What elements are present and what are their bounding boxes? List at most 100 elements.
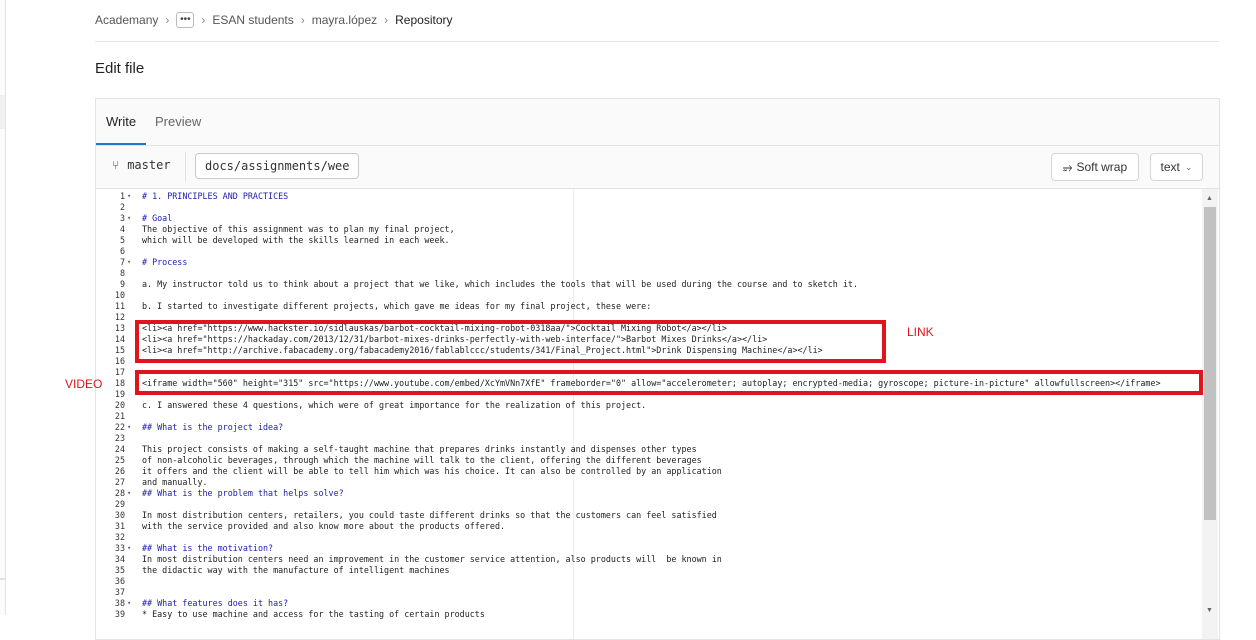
- breadcrumb-separator: ›: [201, 13, 206, 27]
- code-line[interactable]: 34 In most distribution centers need an i…: [96, 554, 1202, 565]
- code-line[interactable]: 10: [96, 290, 1202, 301]
- line-number: 20: [114, 400, 125, 410]
- code-line[interactable]: 27 and manually.: [96, 477, 1202, 488]
- file-mode-dropdown[interactable]: text ⌄: [1150, 153, 1203, 181]
- rail-active-marker: [0, 95, 5, 129]
- code-line[interactable]: 4 The objective of this assignment was to…: [96, 224, 1202, 235]
- line-number: 26: [114, 466, 125, 476]
- breadcrumb-ellipsis-button[interactable]: •••: [176, 12, 195, 28]
- scroll-down-icon[interactable]: ▼: [1206, 607, 1213, 614]
- line-number: 6: [119, 246, 125, 256]
- code-line[interactable]: 36: [96, 576, 1202, 587]
- file-editor: Write Preview ⑂ master ⥴ Soft wrap text …: [95, 98, 1220, 640]
- branch-icon: ⑂: [112, 158, 120, 172]
- code-text: the didactic way with the manufacture of…: [142, 565, 450, 575]
- line-number: 2: [119, 202, 125, 212]
- code-text: This project consists of making a self-t…: [142, 444, 697, 454]
- breadcrumb: Academany › ••• › ESAN students › mayra.…: [95, 10, 452, 30]
- code-line[interactable]: 32: [96, 532, 1202, 543]
- code-line[interactable]: 9 a. My instructor told us to think about…: [96, 279, 1202, 290]
- tab-write[interactable]: Write: [106, 114, 136, 129]
- code-text: ## What is the motivation?: [142, 543, 274, 553]
- code-text: of non-alcoholic beverages, through whic…: [142, 455, 702, 465]
- line-number: 30: [114, 510, 125, 520]
- code-line[interactable]: 33 ▾ ## What is the motivation?: [96, 543, 1202, 554]
- line-number: 31: [114, 521, 125, 531]
- soft-wrap-button[interactable]: ⥴ Soft wrap: [1051, 153, 1139, 181]
- rail-divider: [0, 578, 5, 580]
- line-number: 12: [114, 312, 125, 322]
- code-line[interactable]: 1 ▾ # 1. PRINCIPLES AND PRACTICES: [96, 191, 1202, 202]
- page-title: Edit file: [95, 60, 145, 77]
- left-rail: [0, 0, 6, 615]
- line-number: 21: [114, 411, 125, 421]
- code-text: c. I answered these 4 questions, which w…: [142, 400, 647, 410]
- link-annotation-label: LINK: [907, 325, 934, 339]
- code-line[interactable]: 11 b. I started to investigate different …: [96, 301, 1202, 312]
- line-number: 33: [114, 543, 125, 553]
- scrollbar-thumb[interactable]: [1204, 207, 1216, 520]
- branch-name: master: [127, 158, 171, 172]
- code-text: ## What is the project idea?: [142, 422, 284, 432]
- line-number: 23: [114, 433, 125, 443]
- fold-toggle-icon[interactable]: ▾: [127, 488, 134, 499]
- editor-toolbar: ⑂ master ⥴ Soft wrap text ⌄: [96, 146, 1219, 189]
- breadcrumb-item-repository[interactable]: Repository: [395, 13, 452, 27]
- code-line[interactable]: 29: [96, 499, 1202, 510]
- line-number: 16: [114, 356, 125, 366]
- code-line[interactable]: 24 This project consists of making a self…: [96, 444, 1202, 455]
- code-line[interactable]: 5 which will be developed with the skills…: [96, 235, 1202, 246]
- code-line[interactable]: 35 the didactic way with the manufacture …: [96, 565, 1202, 576]
- editor-scrollbar[interactable]: ▲ ▼: [1202, 189, 1218, 639]
- code-line[interactable]: 2: [96, 202, 1202, 213]
- tab-preview[interactable]: Preview: [155, 114, 201, 129]
- line-number: 24: [114, 444, 125, 454]
- code-editor[interactable]: 1 ▾ # 1. PRINCIPLES AND PRACTICES 2 3 ▾ # Goal…: [96, 189, 1202, 639]
- code-line[interactable]: 8: [96, 268, 1202, 279]
- line-number: 29: [114, 499, 125, 509]
- scroll-up-icon[interactable]: ▲: [1206, 195, 1213, 202]
- fold-toggle-icon[interactable]: ▾: [127, 422, 134, 433]
- line-number: 13: [114, 323, 125, 333]
- code-text: with the service provided and also know …: [142, 521, 506, 531]
- line-number: 3: [119, 213, 125, 223]
- code-line[interactable]: 20 c. I answered these 4 questions, which…: [96, 400, 1202, 411]
- line-number: 28: [114, 488, 125, 498]
- code-line[interactable]: 21: [96, 411, 1202, 422]
- code-line[interactable]: 22 ▾ ## What is the project idea?: [96, 422, 1202, 433]
- breadcrumb-item-esan-students[interactable]: ESAN students: [212, 13, 293, 27]
- branch-indicator: ⑂ master: [112, 158, 171, 172]
- code-line[interactable]: 7 ▾ # Process: [96, 257, 1202, 268]
- fold-toggle-icon[interactable]: ▾: [127, 257, 134, 268]
- line-number: 22: [114, 422, 125, 432]
- code-line[interactable]: 37: [96, 587, 1202, 598]
- code-text: ## What features does it has?: [142, 598, 289, 608]
- active-tab-indicator: [96, 143, 146, 145]
- code-line[interactable]: 31 with the service provided and also kno…: [96, 521, 1202, 532]
- code-line[interactable]: 26 it offers and the client will be able …: [96, 466, 1202, 477]
- toolbar-divider: [185, 152, 186, 182]
- code-line[interactable]: 30 In most distribution centers, retailer…: [96, 510, 1202, 521]
- line-number: 9: [119, 279, 125, 289]
- code-text: In most distribution centers, retailers,…: [142, 510, 717, 520]
- breadcrumb-item-user[interactable]: mayra.lópez: [312, 13, 377, 27]
- fold-toggle-icon[interactable]: ▾: [127, 191, 134, 202]
- code-line[interactable]: 3 ▾ # Goal: [96, 213, 1202, 224]
- code-line[interactable]: 38 ▾ ## What features does it has?: [96, 598, 1202, 609]
- code-line[interactable]: 28 ▾ ## What is the problem that helps sol…: [96, 488, 1202, 499]
- code-line[interactable]: 23: [96, 433, 1202, 444]
- line-number: 37: [114, 587, 125, 597]
- code-line[interactable]: 6: [96, 246, 1202, 257]
- line-number: 4: [119, 224, 125, 234]
- fold-toggle-icon[interactable]: ▾: [127, 543, 134, 554]
- line-number: 36: [114, 576, 125, 586]
- file-path-input[interactable]: [195, 153, 359, 179]
- code-line[interactable]: 25 of non-alcoholic beverages, through wh…: [96, 455, 1202, 466]
- fold-toggle-icon[interactable]: ▾: [127, 213, 134, 224]
- soft-wrap-label: Soft wrap: [1076, 160, 1128, 174]
- fold-toggle-icon[interactable]: ▾: [127, 598, 134, 609]
- link-annotation-box: [135, 320, 886, 363]
- breadcrumb-item-academany[interactable]: Academany: [95, 13, 158, 27]
- chevron-down-icon: ⌄: [1184, 161, 1193, 172]
- line-number: 32: [114, 532, 125, 542]
